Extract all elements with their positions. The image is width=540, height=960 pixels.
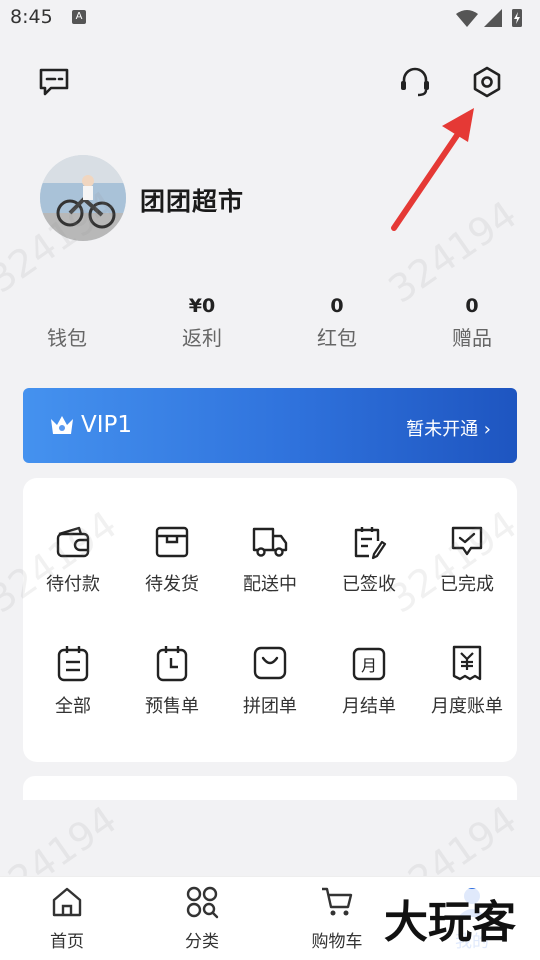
store-name: 团团超市 xyxy=(140,187,245,216)
category-icon xyxy=(186,886,219,919)
message-icon[interactable] xyxy=(32,60,76,104)
stat-label: 钱包 xyxy=(47,326,87,350)
order-label: 拼团单 xyxy=(243,696,297,717)
month-icon: 月 xyxy=(352,647,386,681)
annotation-arrow xyxy=(391,108,474,231)
vip-activate-link[interactable]: 暂未开通 › xyxy=(406,415,491,441)
headset-icon[interactable] xyxy=(393,60,437,104)
crown-icon xyxy=(51,416,73,434)
brand-logo: 大玩客 xyxy=(365,889,535,951)
stat-label: 赠品 xyxy=(452,326,492,350)
list-icon xyxy=(57,646,89,682)
order-label: 待发货 xyxy=(145,574,199,595)
order-label: 月度账单 xyxy=(431,696,503,717)
stat-rebate[interactable]: ¥0 返利 xyxy=(152,294,252,351)
completed-icon xyxy=(451,526,483,556)
home-icon xyxy=(52,887,82,917)
wallet-icon xyxy=(56,526,90,558)
signal-icon xyxy=(484,9,502,27)
box-icon xyxy=(155,526,189,558)
status-icons xyxy=(456,9,522,27)
order-label: 月结单 xyxy=(342,696,396,717)
stat-value: ¥0 xyxy=(188,295,216,317)
notification-icon: A xyxy=(72,10,86,24)
order-label: 已签收 xyxy=(342,574,396,595)
truck-icon xyxy=(252,527,288,557)
signed-icon xyxy=(354,527,387,560)
vip-level: VIP1 xyxy=(81,412,133,438)
cart-icon xyxy=(322,887,353,916)
avatar[interactable] xyxy=(40,155,126,241)
bill-icon xyxy=(452,645,482,681)
order-label: 配送中 xyxy=(243,574,297,595)
tab-label: 首页 xyxy=(50,932,84,952)
tab-category[interactable]: 分类 xyxy=(157,885,247,952)
stat-value: 0 xyxy=(465,295,479,317)
orders-card: 待付款 待发货 配送中 已签收 已完成 全部 预售单 拼团单 月 月结单 月度账… xyxy=(23,478,517,762)
stat-gifts[interactable]: 0 赠品 xyxy=(422,294,522,351)
vip-banner[interactable]: VIP1 暂未开通 › xyxy=(23,388,517,463)
stat-value xyxy=(17,294,117,318)
order-pending-payment[interactable]: 待付款 xyxy=(23,524,123,620)
order-in-delivery[interactable]: 配送中 xyxy=(220,524,320,620)
order-all[interactable]: 全部 xyxy=(23,644,123,740)
order-label: 预售单 xyxy=(145,696,199,717)
order-label: 全部 xyxy=(55,696,91,717)
order-signed[interactable]: 已签收 xyxy=(319,524,419,620)
brand-logo-text: 大玩客 xyxy=(384,897,516,948)
status-bar: 8:45 A xyxy=(0,0,540,36)
secondary-card xyxy=(23,776,517,800)
order-label: 已完成 xyxy=(440,574,494,595)
stat-label: 返利 xyxy=(182,326,222,350)
stat-wallet[interactable]: 钱包 xyxy=(17,294,117,351)
order-presale[interactable]: 预售单 xyxy=(122,644,222,740)
stat-red-packet[interactable]: 0 红包 xyxy=(287,294,387,351)
svg-text:月: 月 xyxy=(361,656,377,675)
wifi-icon xyxy=(456,10,478,27)
tab-label: 分类 xyxy=(185,932,219,952)
order-monthly-bill[interactable]: 月度账单 xyxy=(417,644,517,740)
stat-value: 0 xyxy=(330,295,344,317)
order-label: 待付款 xyxy=(46,574,100,595)
settings-icon[interactable] xyxy=(465,60,509,104)
clock-calendar-icon xyxy=(156,646,188,682)
stat-label: 红包 xyxy=(317,326,357,350)
order-to-ship[interactable]: 待发货 xyxy=(122,524,222,620)
tab-home[interactable]: 首页 xyxy=(22,885,112,952)
order-completed[interactable]: 已完成 xyxy=(417,524,517,620)
group-bag-icon xyxy=(253,646,287,680)
order-group-buy[interactable]: 拼团单 xyxy=(220,644,320,740)
status-time: 8:45 xyxy=(10,6,53,28)
order-monthly[interactable]: 月 月结单 xyxy=(319,644,419,740)
